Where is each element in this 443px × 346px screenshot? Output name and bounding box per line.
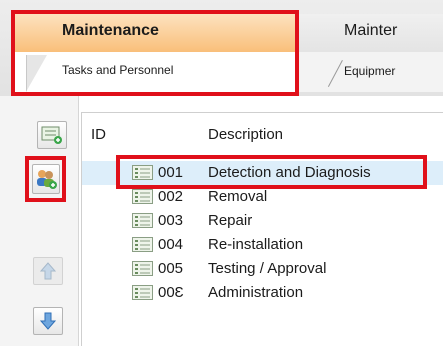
table-row[interactable]: 002 Removal — [82, 185, 443, 209]
add-personnel-button[interactable] — [32, 164, 60, 194]
row-id: 00Ɛ — [158, 284, 184, 301]
task-row-icon — [132, 165, 153, 180]
row-description: Removal — [208, 188, 268, 205]
subtab-equipment[interactable]: Equipmer — [298, 52, 443, 92]
table-row[interactable]: 001 Detection and Diagnosis — [82, 161, 443, 185]
tab-maintenance-2[interactable]: Mainter — [298, 14, 443, 52]
move-down-button[interactable] — [33, 307, 63, 335]
move-up-icon — [39, 262, 57, 280]
tab-maintenance[interactable]: Maintenance — [14, 14, 296, 52]
row-id: 001 — [158, 164, 184, 181]
table-row[interactable]: 005 Testing / Approval — [82, 257, 443, 281]
subtab-tasks-and-personnel[interactable]: Tasks and Personnel — [14, 52, 296, 92]
add-task-icon — [41, 126, 62, 144]
subtab-equipment-label: Equipmer — [344, 64, 396, 78]
row-id: 005 — [158, 260, 184, 277]
task-row-icon — [132, 189, 153, 204]
table-row[interactable]: 003 Repair — [82, 209, 443, 233]
move-up-button[interactable] — [33, 257, 63, 285]
task-row-icon — [132, 261, 153, 276]
row-description: Repair — [208, 212, 253, 229]
task-row-icon — [132, 237, 153, 252]
table-row[interactable]: 00Ɛ Administration — [82, 281, 443, 305]
column-header-description[interactable]: Description — [208, 126, 283, 143]
row-description: Re-installation — [208, 236, 304, 253]
tab-maintenance-label: Maintenance — [62, 22, 159, 39]
task-row-icon — [132, 285, 153, 300]
row-description: Detection and Diagnosis — [208, 164, 371, 181]
tab-maintenance-2-label: Mainter — [344, 22, 398, 39]
row-id: 003 — [158, 212, 184, 229]
move-down-icon — [39, 312, 57, 330]
row-description: Testing / Approval — [208, 260, 327, 277]
row-description: Administration — [208, 284, 304, 301]
table-row[interactable]: 004 Re-installation — [82, 233, 443, 257]
add-task-button[interactable] — [37, 121, 67, 149]
column-header-id[interactable]: ID — [91, 126, 106, 143]
add-personnel-icon — [37, 170, 57, 189]
row-id: 002 — [158, 188, 184, 205]
subtab-tasks-and-personnel-label: Tasks and Personnel — [62, 63, 174, 77]
task-row-icon — [132, 213, 153, 228]
row-id: 004 — [158, 236, 184, 253]
